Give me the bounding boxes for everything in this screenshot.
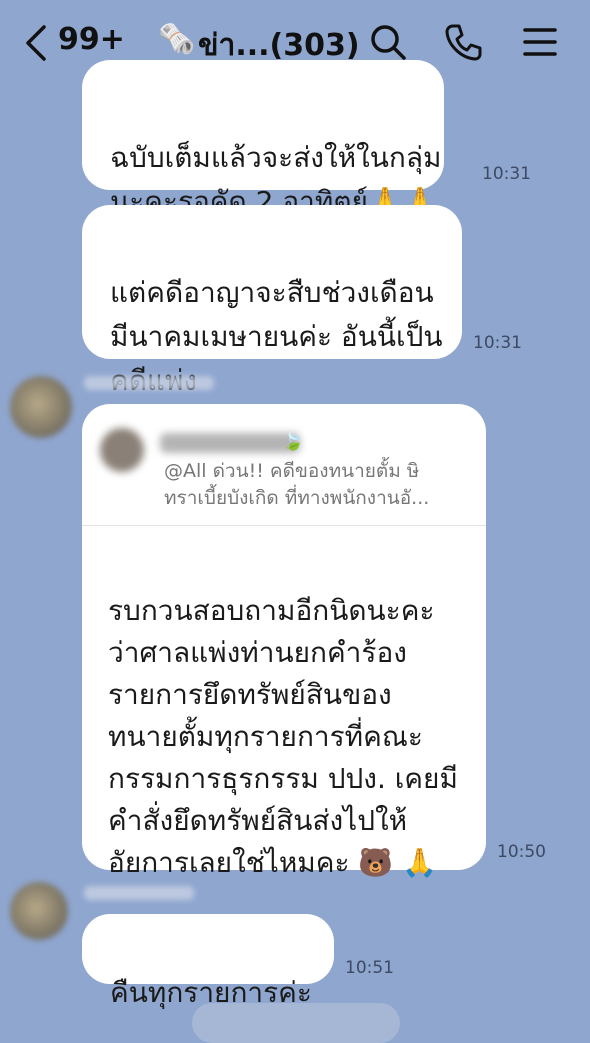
menu-icon[interactable] [520, 22, 560, 62]
message-text: รบกวนสอบถามอีกนิดนะคะ ว่าศาลแพ่งท่านยกคำ… [108, 594, 458, 879]
back-chevron-icon[interactable] [22, 24, 52, 62]
sender-name [84, 376, 214, 390]
chat-title[interactable]: ข่า...(303) [198, 22, 360, 69]
quoted-sender-name [160, 433, 300, 453]
scroll-to-bottom-button[interactable] [192, 1003, 400, 1043]
message-body: รบกวนสอบถามอีกนิดนะคะ ว่าศาลแพ่งท่านยกคำ… [82, 548, 486, 879]
sender-name [84, 886, 194, 900]
search-icon[interactable] [368, 22, 408, 62]
message-bubble[interactable]: คืนทุกรายการค่ะ [82, 914, 334, 1009]
quoted-avatar [100, 428, 144, 472]
message-time: 10:31 [473, 333, 522, 353]
sender-avatar[interactable] [10, 376, 72, 438]
newspaper-icon: 🗞️ [158, 22, 196, 57]
message-bubble[interactable]: แต่คดีอาญาจะสืบช่วงเดือน มีนาคมเมษายนค่ะ… [82, 205, 462, 397]
quote-divider [82, 525, 486, 526]
message-time: 10:51 [345, 958, 394, 978]
quoted-message-text[interactable]: @All ด่วน!! คดีของทนายตั้ม ษิ ทราเบี้ยบั… [164, 458, 464, 512]
chat-header: 99+ 🗞️ ข่า...(303) [0, 0, 590, 84]
message-time: 10:50 [497, 842, 546, 862]
leaf-icon: 🍃 [282, 431, 305, 452]
message-time: 10:31 [482, 164, 531, 184]
phone-icon[interactable] [444, 22, 484, 62]
sender-avatar[interactable] [10, 882, 68, 940]
unread-count[interactable]: 99+ [58, 22, 125, 57]
